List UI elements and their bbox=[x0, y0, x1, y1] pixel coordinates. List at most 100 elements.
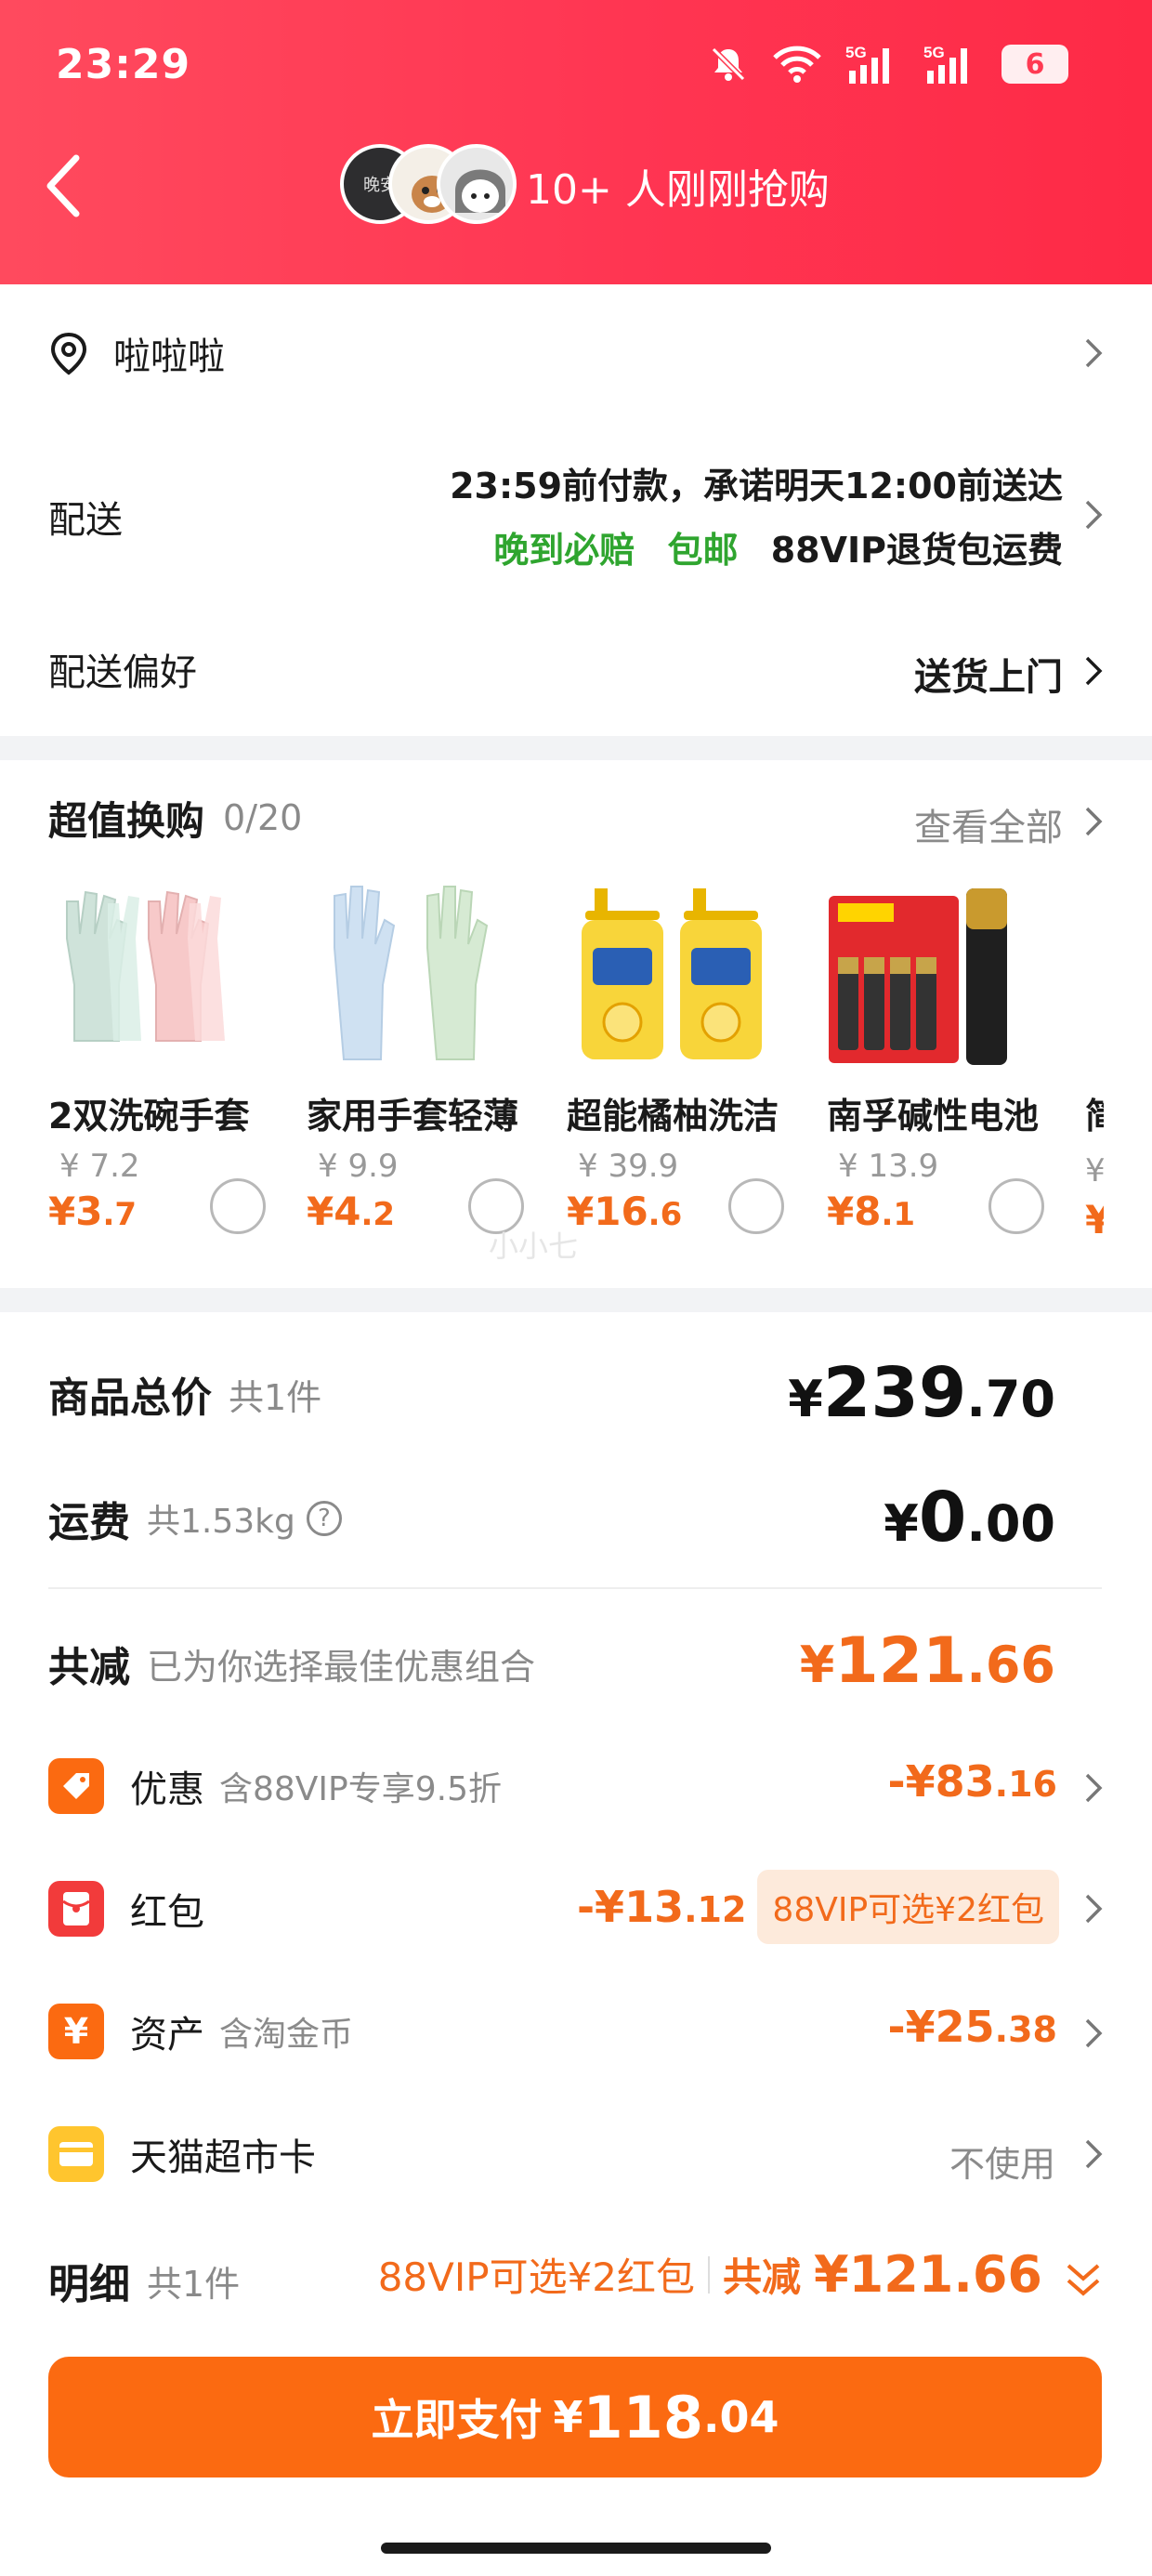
delivery-tags: 晚到必赔 包邮 88VIP退货包运费 bbox=[450, 521, 1063, 572]
price-dec: .16 bbox=[994, 1764, 1057, 1805]
detail-vip-text: 88VIP可选¥2红包 bbox=[377, 2254, 696, 2300]
back-arrow-icon[interactable] bbox=[41, 149, 87, 223]
chevron-right-icon[interactable] bbox=[1083, 498, 1104, 532]
shipping-price: ¥0.00 bbox=[884, 1478, 1055, 1557]
product-select-radio[interactable] bbox=[988, 1178, 1044, 1234]
home-indicator[interactable] bbox=[381, 2543, 771, 2554]
currency: ¥ bbox=[799, 1636, 835, 1694]
red-packet-icon bbox=[48, 1881, 104, 1937]
cartoon-girl-avatar-icon bbox=[455, 169, 505, 213]
price-dec: .04 bbox=[702, 2392, 779, 2442]
card-icon bbox=[48, 2126, 104, 2182]
product-old-price: ¥ bbox=[1085, 1152, 1104, 1189]
address-row[interactable]: 啦啦啦 bbox=[48, 320, 1104, 387]
vip-redpacket-badge[interactable]: 88VIP可选¥2红包 bbox=[757, 1870, 1059, 1944]
mute-icon bbox=[711, 46, 746, 82]
price-dec: .7 bbox=[102, 1196, 137, 1233]
delivery-card: 啦啦啦 配送 23:59前付款，承诺明天12:00前送达 晚到必赔 包邮 88V… bbox=[0, 284, 1152, 736]
double-chevron-down-icon[interactable] bbox=[1065, 2260, 1102, 2301]
discount-amount: -¥13.12 bbox=[577, 1882, 746, 1932]
svg-text:5G: 5G bbox=[923, 44, 945, 61]
upsell-count: 0/20 bbox=[223, 797, 303, 838]
discount-label: 优惠 bbox=[130, 1768, 204, 1811]
chevron-right-icon[interactable] bbox=[1083, 2017, 1104, 2050]
price-dec: .70 bbox=[966, 1370, 1055, 1428]
currency: ¥ bbox=[788, 1370, 823, 1428]
chevron-right-icon[interactable] bbox=[1083, 2137, 1104, 2171]
product-image bbox=[48, 883, 253, 1069]
price-int: 121 bbox=[834, 1624, 967, 1698]
detail-count: 共1件 bbox=[147, 2263, 241, 2305]
price-dec: .38 bbox=[994, 2009, 1057, 2050]
divider-bar bbox=[708, 2255, 711, 2293]
product-name: 家用手套轻薄 bbox=[307, 1096, 519, 1137]
price-dec: .6 bbox=[648, 1196, 683, 1233]
chevron-right-icon[interactable] bbox=[1083, 1892, 1104, 1925]
signal-5g-icon-2: 5G bbox=[923, 44, 967, 84]
price-int: -¥13 bbox=[576, 1882, 685, 1932]
total-count: 共1件 bbox=[229, 1376, 322, 1418]
status-icons: 5G 5G 6 bbox=[708, 43, 1068, 85]
product-select-radio[interactable] bbox=[728, 1178, 784, 1234]
reduce-label: 共减 bbox=[48, 1644, 130, 1691]
price-int: 239 bbox=[822, 1353, 967, 1433]
icon-char: ¥ bbox=[63, 2011, 89, 2052]
watermark-text: 小小七 bbox=[489, 1229, 579, 1264]
price-int: ¥3 bbox=[48, 1189, 103, 1234]
shipping-weight: 共1.53kg bbox=[147, 1503, 295, 1541]
detail-label: 明细 bbox=[48, 2261, 130, 2308]
price-int: 0 bbox=[918, 1478, 967, 1557]
product-image bbox=[307, 883, 511, 1069]
discount-amount: -¥25.38 bbox=[888, 2002, 1057, 2052]
upsell-product-clipped[interactable]: 简 ¥ ¥ bbox=[1085, 883, 1104, 1255]
price-int: ¥8 bbox=[827, 1189, 882, 1234]
section-divider bbox=[0, 736, 1152, 760]
chevron-right-icon[interactable] bbox=[1083, 805, 1104, 838]
tag-icon bbox=[48, 1758, 104, 1814]
discount-desc: 含88VIP专享9.5折 bbox=[219, 1770, 503, 1808]
wifi-icon bbox=[773, 46, 821, 83]
discount-label: 天猫超市卡 bbox=[130, 2136, 316, 2179]
price-int: 118 bbox=[583, 2383, 703, 2451]
chevron-right-icon[interactable] bbox=[1083, 336, 1104, 370]
chevron-right-icon[interactable] bbox=[1083, 654, 1104, 688]
header-bar: 23:29 5G 5G 6 晚安 10+ 人刚刚抢购 bbox=[0, 0, 1152, 284]
price-int: ¥16 bbox=[567, 1189, 648, 1234]
svg-text:5G: 5G bbox=[845, 44, 867, 61]
product-select-radio[interactable] bbox=[210, 1178, 266, 1234]
delivery-info: 23:59前付款，承诺明天12:00前送达 晚到必赔 包邮 88VIP退货包运费 bbox=[450, 457, 1063, 572]
product-name: 简 bbox=[1085, 1096, 1104, 1137]
detail-reduce-label: 共减 bbox=[723, 2254, 802, 2300]
price-dec: .12 bbox=[684, 1889, 747, 1930]
detail-summary: 88VIP可选¥2红包 共减 ¥121.66 bbox=[378, 2245, 1042, 2304]
delivery-label: 配送 bbox=[48, 499, 123, 542]
section-divider bbox=[0, 1288, 1152, 1312]
pay-now-button[interactable]: 立即支付 ¥118.04 bbox=[48, 2357, 1102, 2477]
price-int: ¥4 bbox=[307, 1189, 361, 1234]
product-price: ¥ bbox=[1085, 1197, 1104, 1242]
discount-label: 红包 bbox=[130, 1891, 204, 1934]
chevron-right-icon[interactable] bbox=[1083, 1771, 1104, 1805]
tag-free-shipping: 包邮 bbox=[667, 530, 739, 571]
buyer-avatars: 晚安 bbox=[340, 144, 526, 224]
detail-reduce-amount: ¥121.66 bbox=[814, 2245, 1042, 2304]
battery-icon: 6 bbox=[1001, 45, 1068, 84]
signal-5g-icon: 5G bbox=[845, 44, 889, 84]
location-pin-icon bbox=[50, 332, 87, 375]
supermarket-card-value: 不使用 bbox=[949, 2144, 1055, 2185]
yuan-coin-icon: ¥ bbox=[48, 2004, 104, 2059]
total-price: ¥239.70 bbox=[788, 1353, 1055, 1433]
tag-late-guarantee: 晚到必赔 bbox=[493, 530, 635, 571]
divider-line bbox=[48, 1587, 1102, 1589]
price-dec: .66 bbox=[966, 1636, 1055, 1694]
product-image bbox=[827, 883, 1031, 1069]
discount-row-supermarket-card[interactable]: 天猫超市卡 bbox=[48, 2123, 1104, 2186]
hot-purchase-text: 10+ 人刚刚抢购 bbox=[526, 166, 830, 214]
status-time: 23:29 bbox=[56, 41, 191, 88]
total-label: 商品总价 bbox=[48, 1374, 212, 1422]
price-int: -¥83 bbox=[887, 1756, 995, 1807]
redpacket-right: -¥13.12 88VIP可选¥2红包 bbox=[577, 1870, 1059, 1944]
shipping-label: 运费 bbox=[48, 1499, 130, 1546]
help-icon[interactable]: ? bbox=[306, 1501, 342, 1536]
view-all-link[interactable]: 查看全部 bbox=[914, 797, 1063, 851]
